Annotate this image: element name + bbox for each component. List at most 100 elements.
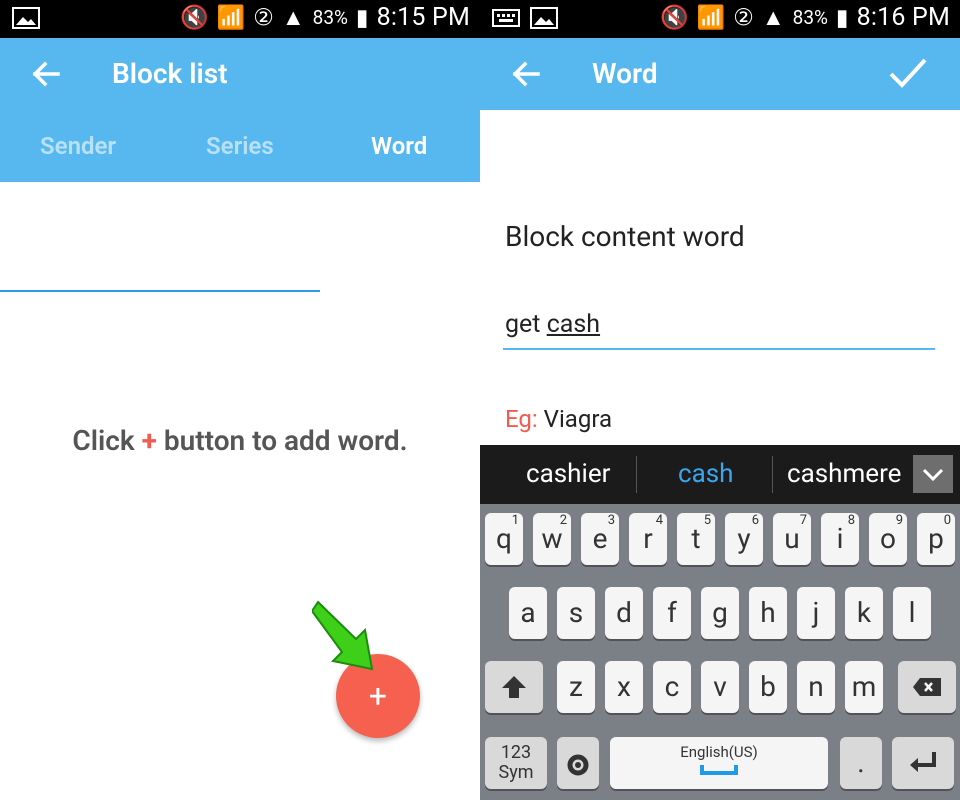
key-y[interactable]: y6 <box>725 513 763 565</box>
back-arrow-icon[interactable] <box>28 58 62 90</box>
key-s[interactable]: s <box>557 587 595 639</box>
key-k[interactable]: k <box>845 587 883 639</box>
key-c[interactable]: c <box>653 661 691 713</box>
tab-series[interactable]: Series <box>206 110 274 182</box>
left-screen: 🔇 📶 ② ▲ 83% ▮ 8:15 PM Block list Sender … <box>0 0 480 800</box>
period-key[interactable]: . <box>840 737 882 789</box>
battery-percent: 83% <box>312 6 348 29</box>
space-bar-icon <box>700 765 738 775</box>
tab-sender[interactable]: Sender <box>40 110 116 182</box>
clock: 8:16 PM <box>856 3 950 32</box>
space-language-label: English(US) <box>680 743 758 761</box>
tab-word[interactable]: Word <box>371 110 427 182</box>
hint-value: Viagra <box>543 405 613 433</box>
key-o[interactable]: o9 <box>869 513 907 565</box>
suggestion-cash[interactable]: cash <box>678 459 734 489</box>
wifi-icon: 📶 <box>216 4 246 31</box>
field-label: Block content word <box>505 220 745 253</box>
key-n[interactable]: n <box>797 661 835 713</box>
key-j[interactable]: j <box>797 587 835 639</box>
key-q[interactable]: q1 <box>485 513 523 565</box>
app-bar: Block list <box>0 38 480 110</box>
sim-2-icon: ② <box>253 4 274 31</box>
key-v[interactable]: v <box>701 661 739 713</box>
space-key[interactable]: English(US) <box>610 737 828 789</box>
backspace-icon <box>913 678 941 696</box>
status-right: 🔇 📶 ② ▲ 83% ▮ 8:16 PM <box>660 3 950 32</box>
key-h[interactable]: h <box>749 587 787 639</box>
key-f[interactable]: f <box>653 587 691 639</box>
status-right: 🔇 📶 ② ▲ 83% ▮ 8:15 PM <box>180 3 470 32</box>
plus-inline-icon: + <box>141 424 157 457</box>
key-x[interactable]: x <box>605 661 643 713</box>
page-title: Word <box>592 57 658 90</box>
screenshot-wrap: 🔇 📶 ② ▲ 83% ▮ 8:15 PM Block list Sender … <box>0 0 960 800</box>
enter-icon <box>910 752 936 772</box>
battery-icon: ▮ <box>355 4 369 31</box>
sim-2-icon: ② <box>733 4 754 31</box>
suggestion-cashmere[interactable]: cashmere <box>787 459 901 489</box>
value-pre: get <box>505 310 541 339</box>
key-w[interactable]: w2 <box>533 513 571 565</box>
shift-arrow-icon <box>502 676 526 698</box>
suggestion-divider <box>772 456 773 493</box>
key-u[interactable]: u7 <box>773 513 811 565</box>
gallery-icon <box>12 7 40 29</box>
tab-indicator <box>320 288 480 292</box>
word-input[interactable]: get cash <box>503 306 935 350</box>
key-z[interactable]: z <box>557 661 595 713</box>
on-screen-keyboard: cashier cash cashmere q1 w2 e3 r4 t5 y6 … <box>480 445 960 800</box>
key-p[interactable]: p0 <box>917 513 955 565</box>
tab-bar: Sender Series Word <box>0 110 480 292</box>
gear-icon <box>567 754 589 776</box>
key-a[interactable]: a <box>509 587 547 639</box>
battery-percent: 83% <box>792 6 828 29</box>
right-screen: 🔇 📶 ② ▲ 83% ▮ 8:16 PM Word Block content… <box>480 0 960 800</box>
status-bar: 🔇 📶 ② ▲ 83% ▮ 8:16 PM <box>480 0 960 38</box>
empty-pre: Click <box>72 424 135 457</box>
keyboard-icon <box>492 9 520 27</box>
value-underlined: cash <box>546 310 601 339</box>
wifi-icon: 📶 <box>696 4 726 31</box>
collapse-suggestions-button[interactable] <box>913 455 953 493</box>
check-icon[interactable] <box>888 56 928 90</box>
sym-key[interactable]: 123 Sym <box>485 737 547 789</box>
hint-prefix: Eg: <box>505 405 538 433</box>
key-t[interactable]: t5 <box>677 513 715 565</box>
status-left <box>492 7 558 29</box>
signal-icon: ▲ <box>761 4 785 31</box>
suggestion-bar: cashier cash cashmere <box>480 445 960 504</box>
back-arrow-icon[interactable] <box>508 58 542 90</box>
status-left <box>12 7 40 29</box>
clock: 8:15 PM <box>376 3 470 32</box>
settings-key[interactable] <box>557 737 599 789</box>
key-l[interactable]: l <box>893 587 931 639</box>
suggestion-divider <box>636 456 637 493</box>
key-i[interactable]: i8 <box>821 513 859 565</box>
key-e[interactable]: e3 <box>581 513 619 565</box>
key-r[interactable]: r4 <box>629 513 667 565</box>
signal-icon: ▲ <box>281 4 305 31</box>
enter-key[interactable] <box>892 737 954 789</box>
key-b[interactable]: b <box>749 661 787 713</box>
suggestion-cashier[interactable]: cashier <box>526 459 610 489</box>
input-value: get cash <box>505 310 600 339</box>
chevron-down-icon <box>922 468 944 482</box>
backspace-key[interactable] <box>898 661 956 713</box>
example-hint: Eg: Viagra <box>505 405 612 433</box>
key-g[interactable]: g <box>701 587 739 639</box>
empty-state-message: Click + button to add word. <box>0 424 480 457</box>
key-d[interactable]: d <box>605 587 643 639</box>
tab-divider <box>0 290 320 292</box>
green-pointer-arrow-icon <box>312 600 374 671</box>
key-m[interactable]: m <box>845 661 883 713</box>
mute-icon: 🔇 <box>659 4 689 31</box>
battery-icon: ▮ <box>835 4 849 31</box>
empty-post: button to add word. <box>163 424 408 457</box>
gallery-icon <box>530 7 558 29</box>
page-title: Block list <box>112 57 228 90</box>
shift-key[interactable] <box>485 661 543 713</box>
mute-icon: 🔇 <box>179 4 209 31</box>
status-bar: 🔇 📶 ② ▲ 83% ▮ 8:15 PM <box>0 0 480 38</box>
app-bar: Word <box>480 38 960 110</box>
